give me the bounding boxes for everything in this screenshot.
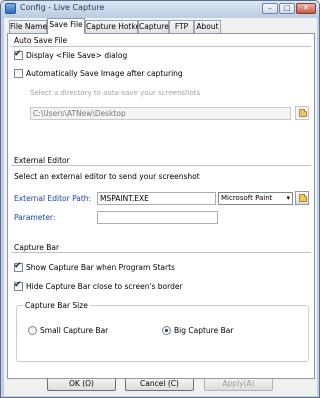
- tab-capture-hotkey[interactable]: Capture Hotkey: [85, 20, 145, 33]
- tab-save-file[interactable]: Save File: [47, 18, 85, 34]
- checkmark-icon: ✔: [14, 49, 22, 59]
- tab-capture[interactable]: Capture: [138, 20, 169, 33]
- tab-ftp[interactable]: FTP: [169, 20, 194, 33]
- radio-circle[interactable]: [162, 326, 171, 335]
- capture-bar-section-title: Capture Bar: [14, 243, 60, 252]
- editor-select-value: Microsoft Paint: [221, 194, 273, 202]
- display-dialog-label: Display <File Save> dialog: [26, 51, 128, 60]
- tab-file-name[interactable]: File Name: [9, 20, 47, 33]
- folder-icon: [299, 109, 307, 117]
- divider: [11, 252, 311, 253]
- divider: [11, 46, 311, 47]
- editor-path-label: External Editor Path:: [14, 194, 92, 203]
- display-dialog-checkbox[interactable]: ✔ Display <File Save> dialog: [14, 49, 128, 60]
- folder-icon: [299, 194, 307, 202]
- minimize-button[interactable]: –: [262, 3, 278, 14]
- hide-capture-bar-checkbox[interactable]: ✔ Hide Capture Bar close to screen's bor…: [14, 280, 183, 291]
- capture-bar-size-group: Capture Bar Size Small Capture Bar Big C…: [16, 301, 309, 362]
- external-editor-instruction: Select an external editor to send your s…: [14, 172, 200, 181]
- small-capture-bar-label: Small Capture Bar: [40, 326, 109, 335]
- maximize-button[interactable]: □: [279, 3, 295, 14]
- checkbox-box[interactable]: [14, 69, 23, 78]
- dialog-client-area: File Name Save File Capture Hotkey Captu…: [4, 18, 317, 396]
- parameter-label: Parameter:: [14, 213, 56, 222]
- directory-hint: Select a directory to auto-save your scr…: [30, 89, 201, 97]
- auto-save-image-checkbox[interactable]: Automatically Save Image after capturing: [14, 69, 183, 78]
- hide-capture-bar-label: Hide Capture Bar close to screen's borde…: [26, 282, 183, 291]
- auto-save-image-label: Automatically Save Image after capturing: [26, 69, 183, 78]
- big-capture-bar-radio[interactable]: Big Capture Bar: [162, 326, 233, 335]
- editor-select[interactable]: Microsoft Paint ▾: [218, 192, 293, 205]
- show-capture-bar-checkbox[interactable]: ✔ Show Capture Bar when Program Starts: [14, 261, 175, 272]
- cancel-button[interactable]: Cancel (C): [125, 377, 194, 391]
- tab-about[interactable]: About: [194, 20, 221, 33]
- editor-path-field[interactable]: MSPAINT.EXE: [97, 192, 216, 205]
- checkbox-box[interactable]: ✔: [14, 49, 23, 60]
- auto-save-section-title: Auto Save File: [14, 36, 68, 45]
- save-file-panel: Auto Save File ✔ Display <File Save> dia…: [7, 33, 315, 379]
- capture-bar-size-title: Capture Bar Size: [23, 301, 90, 310]
- parameter-field[interactable]: [97, 211, 218, 224]
- radio-circle[interactable]: [28, 326, 37, 335]
- external-editor-section-title: External Editor: [14, 156, 70, 165]
- config-window: Config - Live Capture – □ ✕ File Name Sa…: [0, 0, 320, 398]
- browse-directory-button[interactable]: [295, 106, 309, 120]
- save-directory-field[interactable]: C:\Users\ATNew\Desktop: [30, 107, 291, 120]
- chevron-down-icon: ▾: [286, 194, 290, 202]
- checkmark-icon: ✔: [14, 261, 22, 271]
- checkmark-icon: ✔: [14, 280, 22, 290]
- window-title: Config - Live Capture: [20, 3, 105, 12]
- checkbox-box[interactable]: ✔: [14, 261, 23, 272]
- divider: [11, 165, 311, 166]
- checkbox-box[interactable]: ✔: [14, 280, 23, 291]
- big-capture-bar-label: Big Capture Bar: [174, 326, 234, 335]
- title-bar[interactable]: Config - Live Capture – □ ✕: [1, 1, 319, 17]
- small-capture-bar-radio[interactable]: Small Capture Bar: [28, 326, 108, 335]
- show-capture-bar-label: Show Capture Bar when Program Starts: [26, 263, 175, 272]
- close-button[interactable]: ✕: [296, 3, 316, 14]
- browse-editor-button[interactable]: [295, 191, 309, 205]
- app-icon: [5, 3, 16, 14]
- apply-button[interactable]: Apply(A): [204, 377, 273, 391]
- ok-button[interactable]: OK (O): [47, 377, 116, 391]
